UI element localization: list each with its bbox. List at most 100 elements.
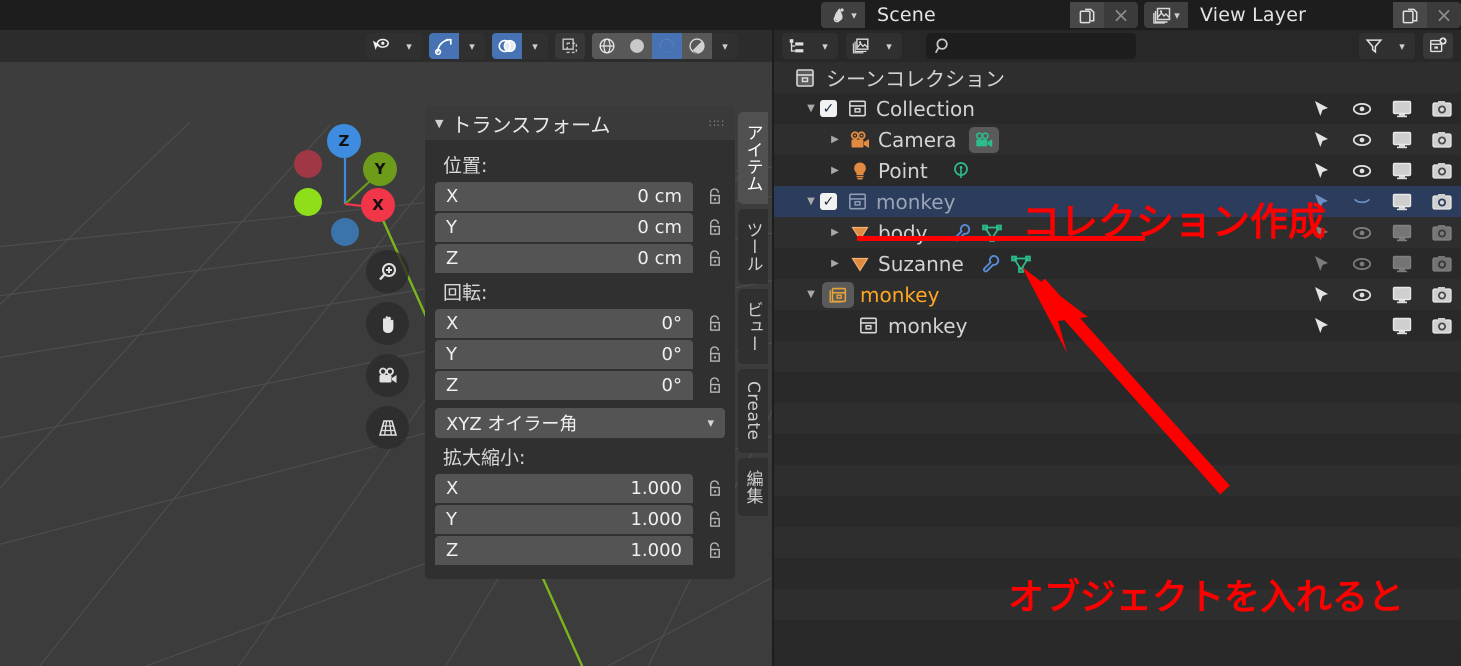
location-x-input[interactable]: X 0 cm <box>435 182 693 211</box>
visibility-eye-icon[interactable] <box>1351 100 1373 118</box>
selectable-cursor-icon[interactable] <box>1311 130 1333 150</box>
selectable-cursor-icon[interactable] <box>1311 99 1333 119</box>
selectable-cursor-icon[interactable] <box>1311 254 1333 274</box>
disclosure-triangle-icon[interactable]: ▼ <box>802 196 820 207</box>
disable-in-viewport-icon[interactable] <box>1391 316 1413 336</box>
view-layer-icon[interactable]: ▾ <box>1144 2 1188 28</box>
eye-cursor-icon[interactable] <box>366 33 396 59</box>
funnel-filter-icon[interactable] <box>1359 33 1389 59</box>
selectable-cursor-icon[interactable] <box>1311 316 1333 336</box>
toggle-ortho-button[interactable] <box>366 406 409 449</box>
outliner-row-point[interactable]: ▶ Point <box>774 155 1461 186</box>
visibility-eye-icon[interactable] <box>1351 224 1373 242</box>
disclosure-triangle-icon[interactable]: ▶ <box>826 165 844 176</box>
lock-scale-y-icon[interactable] <box>703 510 725 529</box>
xray-icon[interactable] <box>555 33 585 59</box>
tab-item[interactable]: アイテム <box>738 112 768 204</box>
disable-in-viewport-icon[interactable] <box>1391 192 1413 212</box>
tab-tool[interactable]: ツール <box>738 209 768 284</box>
transform-panel-header[interactable]: ▼ トランスフォーム ∷∷ <box>425 106 735 140</box>
tab-view[interactable]: ビュー <box>738 289 768 364</box>
outliner-row-monkey-nested[interactable]: monkey <box>774 310 1461 341</box>
axis-gizmo[interactable]: Z Y X <box>287 122 407 246</box>
overlays-icon[interactable] <box>492 33 522 59</box>
id-type-filter-chevron[interactable]: ▾ <box>876 33 902 59</box>
id-type-filter-icon[interactable] <box>846 33 876 59</box>
collection-checkbox[interactable]: ✓ <box>820 100 837 117</box>
location-z-input[interactable]: Z 0 cm <box>435 244 693 273</box>
scene-name-field[interactable]: Scene <box>865 2 1070 28</box>
disable-in-render-icon[interactable] <box>1431 254 1453 274</box>
display-mode-chevron[interactable]: ▾ <box>812 33 838 59</box>
disclosure-triangle-icon[interactable]: ▶ <box>826 258 844 269</box>
disable-in-viewport-icon[interactable] <box>1391 161 1413 181</box>
3d-viewport[interactable]: Z Y X ▾ ▾ ▾ ▾ ▼ トランスフォーム ∷∷ 位置: X 0 cm Y… <box>0 30 772 666</box>
view-layer-name-field[interactable]: View Layer <box>1188 2 1393 28</box>
panel-collapse-triangle-icon[interactable]: ▼ <box>435 117 443 130</box>
disclosure-triangle-icon[interactable]: ▶ <box>826 227 844 238</box>
wireframe-sphere-icon[interactable] <box>592 33 622 59</box>
camera-view-button[interactable] <box>366 354 409 397</box>
shading-chevron[interactable]: ▾ <box>712 33 738 59</box>
new-collection-button[interactable] <box>1423 33 1453 59</box>
close-view-layer-icon[interactable]: × <box>1427 2 1461 28</box>
xray-toggle-group[interactable] <box>555 33 585 59</box>
gizmo-axis-y[interactable]: Y <box>363 152 397 186</box>
outliner-row-suzanne[interactable]: ▶ Suzanne <box>774 248 1461 279</box>
disable-in-viewport-icon[interactable] <box>1391 223 1413 243</box>
disable-in-render-icon[interactable] <box>1431 161 1453 181</box>
gizmo-axis-neg-y[interactable] <box>294 188 322 216</box>
lock-scale-x-icon[interactable] <box>703 479 725 498</box>
location-y-input[interactable]: Y 0 cm <box>435 213 693 242</box>
overlays-toggle-group[interactable]: ▾ <box>492 33 548 59</box>
lock-rotation-x-icon[interactable] <box>703 314 725 333</box>
new-collection-icon[interactable] <box>1423 33 1453 59</box>
modifier-wrench-icon[interactable] <box>978 253 1004 275</box>
lock-location-y-icon[interactable] <box>703 218 725 237</box>
pan-button[interactable] <box>366 302 409 345</box>
filter-chevron[interactable]: ▾ <box>1389 33 1415 59</box>
rotation-x-input[interactable]: X 0° <box>435 309 693 338</box>
gizmo-toggle-group[interactable]: ▾ <box>429 33 485 59</box>
scene-icon[interactable]: ▾ <box>821 2 865 28</box>
visibility-eye-icon[interactable] <box>1351 255 1373 273</box>
rotation-mode-dropdown[interactable]: XYZ オイラー角 ▾ <box>435 408 725 438</box>
panel-grip-icon[interactable]: ∷∷ <box>709 117 725 130</box>
disable-in-render-icon[interactable] <box>1431 192 1453 212</box>
outliner-row-camera[interactable]: ▶ Camera <box>774 124 1461 155</box>
id-type-filter-dropdown[interactable]: ▾ <box>846 33 902 59</box>
scene-selector[interactable]: ▾ Scene × <box>821 2 1138 28</box>
rotation-z-input[interactable]: Z 0° <box>435 371 693 400</box>
zoom-button[interactable] <box>366 250 409 293</box>
gizmo-axis-neg-x[interactable] <box>294 150 322 178</box>
outliner-display-mode-dropdown[interactable]: ▾ <box>782 33 838 59</box>
gizmo-axis-x[interactable]: X <box>361 188 395 222</box>
disable-in-render-icon[interactable] <box>1431 99 1453 119</box>
lock-rotation-z-icon[interactable] <box>703 376 725 395</box>
outliner-row-scene-collection[interactable]: シーンコレクション <box>774 62 1461 93</box>
gizmo-axis-z[interactable]: Z <box>327 124 361 158</box>
lock-rotation-y-icon[interactable] <box>703 345 725 364</box>
visibility-eye-icon[interactable] <box>1351 286 1373 304</box>
object-visibility-dropdown[interactable]: ▾ <box>366 33 422 59</box>
close-scene-icon[interactable]: × <box>1104 2 1138 28</box>
visibility-eye-icon[interactable] <box>1351 131 1373 149</box>
outliner-row-monkey-linked[interactable]: ▼ monkey <box>774 279 1461 310</box>
mesh-data-icon[interactable] <box>1008 253 1034 275</box>
rotation-y-input[interactable]: Y 0° <box>435 340 693 369</box>
visibility-eye-icon[interactable] <box>1351 162 1373 180</box>
collection-checkbox[interactable]: ✓ <box>820 193 837 210</box>
lock-scale-z-icon[interactable] <box>703 541 725 560</box>
disclosure-triangle-icon[interactable]: ▶ <box>826 134 844 145</box>
gizmo-axis-neg-z[interactable] <box>331 218 359 246</box>
new-view-layer-icon[interactable] <box>1393 2 1427 28</box>
light-data-icon[interactable] <box>948 160 974 182</box>
overlays-chevron[interactable]: ▾ <box>522 33 548 59</box>
lock-location-x-icon[interactable] <box>703 187 725 206</box>
disable-in-render-icon[interactable] <box>1431 316 1453 336</box>
lock-location-z-icon[interactable] <box>703 249 725 268</box>
outliner-row-collection[interactable]: ▼ ✓ Collection <box>774 93 1461 124</box>
disclosure-triangle-icon[interactable]: ▼ <box>802 103 820 114</box>
object-visibility-chevron[interactable]: ▾ <box>396 33 422 59</box>
outliner-display-mode-icon[interactable] <box>782 33 812 59</box>
